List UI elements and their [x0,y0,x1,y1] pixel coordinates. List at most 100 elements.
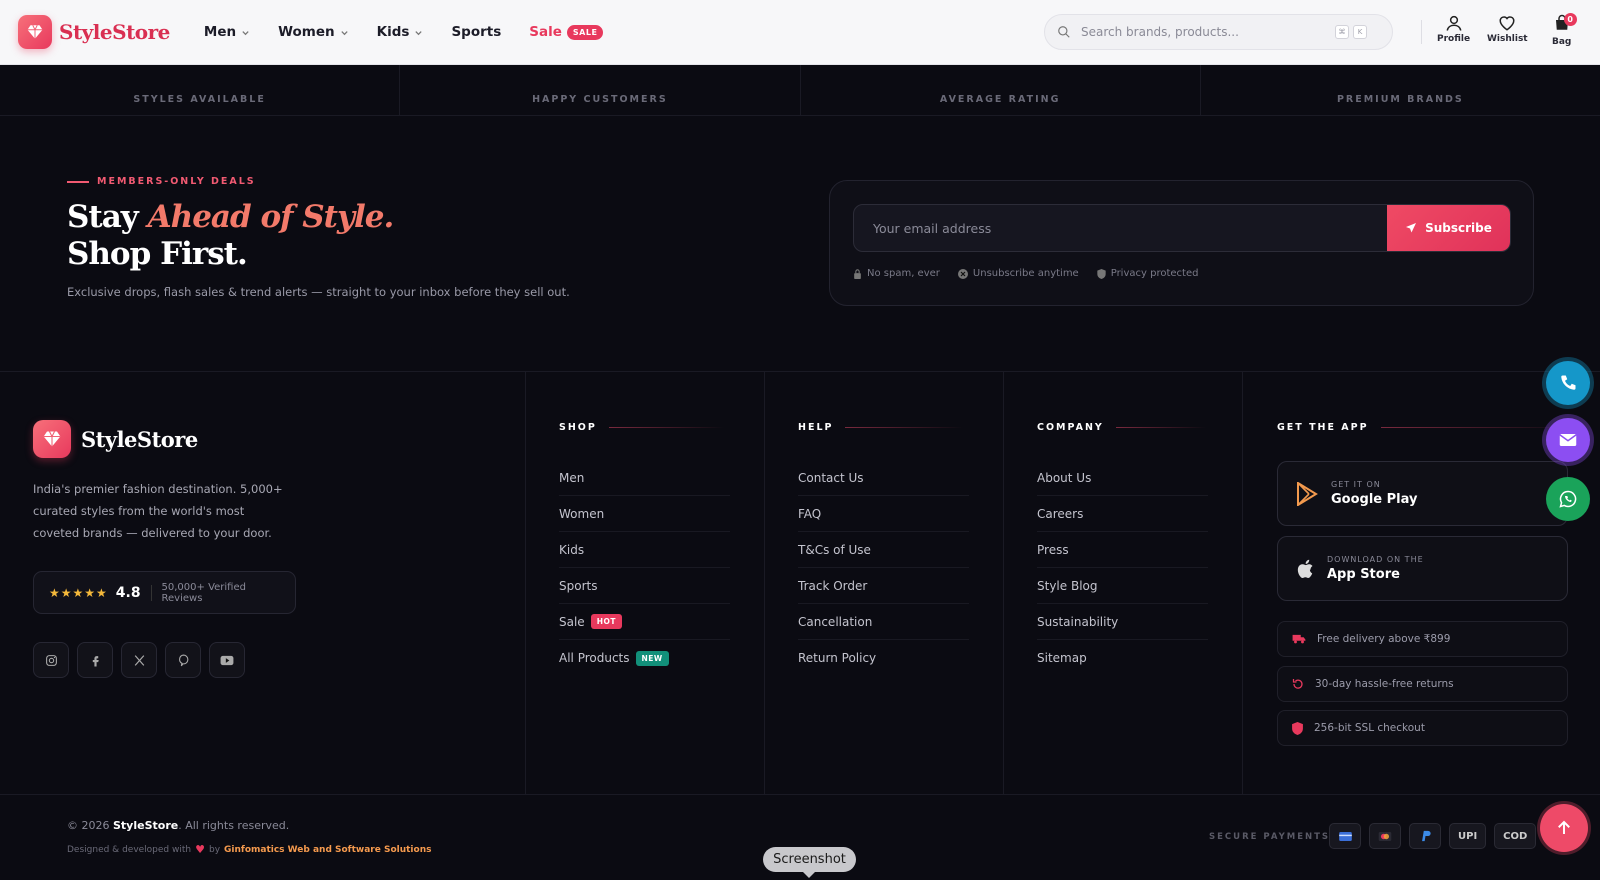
footer-link-faq[interactable]: FAQ [798,496,969,532]
arrow-up-icon [1558,820,1570,834]
footer-link-press[interactable]: Press [1037,532,1208,568]
nav-sports[interactable]: Sports [451,24,501,40]
sale-badge: SALE [566,24,604,40]
call-button[interactable] [1546,361,1590,405]
heading-line [608,427,724,428]
chevron-down-icon [415,30,423,35]
footer-link-sustainability[interactable]: Sustainability [1037,604,1208,640]
footer-link-careers[interactable]: Careers [1037,496,1208,532]
stat-styles: STYLES AVAILABLE [0,65,401,115]
pinterest-link[interactable] [165,642,201,678]
designer-link[interactable]: Ginfomatics Web and Software Solutions [224,845,431,855]
stat-brands: PREMIUM BRANDS [1336,94,1464,105]
footer-link-sitemap[interactable]: Sitemap [1037,640,1208,676]
link-label: Men [559,470,585,485]
headline-accent: Ahead of Style. [147,199,395,235]
designed-by-word: by [208,844,221,855]
subscribe-button[interactable]: Subscribe [1387,205,1510,251]
email-input[interactable] [854,205,1389,251]
footer-link-kids[interactable]: Kids [559,532,730,568]
x-icon [134,654,144,666]
send-icon [1406,223,1417,233]
nav-kids[interactable]: Kids [377,24,424,40]
column-heading: SHOP [559,422,597,433]
search-input[interactable] [1081,25,1331,39]
perk-free-delivery: Free delivery above ₹899 [1277,621,1568,657]
link-label: Women [559,506,605,521]
footer-link-men[interactable]: Men [559,460,730,496]
store-big: Google Play [1331,492,1418,507]
footer-link-terms[interactable]: T&Cs of Use [798,532,969,568]
upi-card: UPI [1449,823,1487,849]
rating-reviews: 50,000+ Verified Reviews [161,581,246,604]
footer-link-contact[interactable]: Contact Us [798,460,969,496]
email-field-wrap: Subscribe [853,204,1511,252]
copyright: © 2026 StyleStore. All rights reserved. [67,819,289,832]
stat-rating: AVERAGE RATING [801,65,1201,115]
cod-card: COD [1494,823,1537,849]
google-play-button[interactable]: GET IT ON Google Play [1277,461,1568,526]
instagram-link[interactable] [33,642,69,678]
nav-men[interactable]: Men [204,24,250,40]
heading-line [1115,427,1206,428]
footer-link-track-order[interactable]: Track Order [798,568,969,604]
app-store-button[interactable]: DOWNLOAD ON THE App Store [1277,536,1568,601]
rating-score: 4.8 [115,584,141,601]
trust-text: No spam, ever [867,268,940,279]
facebook-link[interactable] [77,642,113,678]
brand-name[interactable]: StyleStore [59,20,170,44]
trust-no-spam: No spam, ever [853,268,940,279]
designed-pre: Designed & developed with [67,844,192,855]
footer-logo[interactable]: StyleStore [33,420,198,458]
play-store-icon [1297,481,1318,506]
shortcut-key: K [1353,25,1367,39]
nav-sale[interactable]: Sale SALE [529,24,604,40]
newsletter-eyebrow: MEMBERS-ONLY DEALS [67,176,256,187]
nav-label: Women [278,24,335,40]
footer-link-sale[interactable]: Sale HOT [559,604,730,640]
column-heading: HELP [798,422,834,433]
footer-link-return-policy[interactable]: Return Policy [798,640,969,676]
logo-icon[interactable] [18,15,52,49]
headline-part-2: Shop First. [67,236,248,272]
perk-text: 30-day hassle-free returns [1315,678,1454,690]
visa-icon [1338,831,1352,841]
profile-button[interactable]: Profile [1437,14,1470,44]
visa-card [1329,823,1361,849]
footer-link-style-blog[interactable]: Style Blog [1037,568,1208,604]
mastercard-icon [1378,831,1392,841]
trust-unsubscribe: Unsubscribe anytime [957,268,1079,279]
truck-icon [1292,634,1306,644]
footer-link-all-products[interactable]: All Products NEW [559,640,730,676]
perk-text: 256-bit SSL checkout [1314,722,1425,734]
footer-link-about[interactable]: About Us [1037,460,1208,496]
designed-by: Designed & developed with ♥ by Ginfomatics … [67,843,431,856]
chevron-down-icon [341,30,348,35]
heading-line [1380,427,1571,428]
x-link[interactable] [121,642,157,678]
mail-button[interactable] [1546,418,1590,462]
store-small: GET IT ON [1331,480,1381,489]
close-circle-icon [957,268,968,279]
wishlist-button[interactable]: Wishlist [1487,14,1528,44]
rating-card: ★★★★★ 4.8 50,000+ Verified Reviews [33,571,296,614]
nav-women[interactable]: Women [278,24,349,40]
scroll-to-top-button[interactable] [1540,804,1588,852]
whatsapp-button[interactable] [1546,477,1590,521]
search-icon [1058,26,1070,38]
whatsapp-icon [1559,490,1577,508]
company-heading: COMPANY [1037,422,1206,433]
bag-button[interactable]: 0 Bag [1552,13,1577,47]
footer-link-sports[interactable]: Sports [559,568,730,604]
copyright-brand: StyleStore [113,819,179,832]
logo-icon [33,420,71,458]
newsletter-subtext: Exclusive drops, flash sales & trend ale… [67,285,570,299]
footer-link-women[interactable]: Women [559,496,730,532]
bag-count-badge: 0 [1563,13,1577,26]
copyright-pre: © 2026 [67,819,113,832]
eyebrow-line [67,180,89,183]
column-divider [764,371,765,794]
youtube-link[interactable] [209,642,245,678]
phone-icon [1561,375,1576,390]
footer-link-cancellation[interactable]: Cancellation [798,604,969,640]
